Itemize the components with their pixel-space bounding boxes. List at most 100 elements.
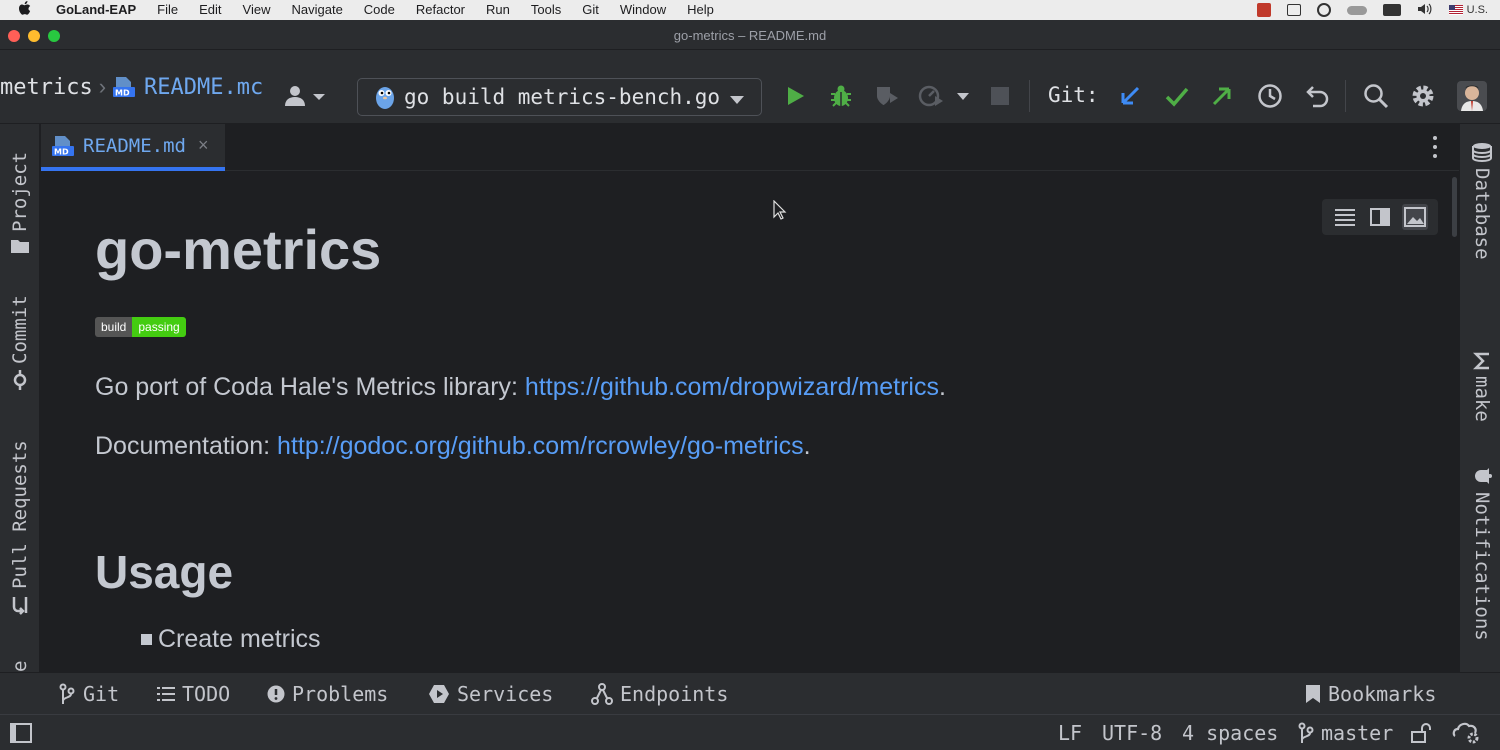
us-flag-icon — [1448, 5, 1463, 15]
git-push-icon[interactable] — [1208, 82, 1236, 110]
git-branch-widget[interactable]: master — [1297, 715, 1393, 750]
toolbar-separator — [1345, 80, 1346, 112]
debug-button[interactable] — [827, 82, 855, 110]
endpoints-icon — [591, 683, 613, 705]
editor-only-mode-icon[interactable] — [1332, 204, 1358, 230]
menu-help[interactable]: Help — [687, 0, 714, 20]
readme-title: go-metrics — [95, 218, 382, 281]
make-tool-label: make — [1471, 376, 1493, 422]
chevron-down-icon — [729, 89, 745, 113]
menu-run[interactable]: Run — [486, 0, 510, 20]
menu-window[interactable]: Window — [620, 0, 666, 20]
profile-button[interactable] — [917, 82, 945, 110]
input-source[interactable]: U.S. — [1448, 4, 1488, 16]
menu-navigate[interactable]: Navigate — [291, 0, 342, 20]
menu-refactor[interactable]: Refactor — [416, 0, 465, 20]
indent-widget[interactable]: 4 spaces — [1182, 715, 1278, 750]
main-toolbar: metrics › MD README.mc go build metrics-… — [0, 50, 1500, 124]
close-tab-icon[interactable]: × — [198, 135, 209, 156]
password-manager-icon[interactable] — [1316, 3, 1331, 17]
menu-app-name[interactable]: GoLand-EAP — [56, 0, 136, 20]
bottom-tool-bar: Git TODO Problems Services Endpoints Boo… — [0, 672, 1500, 714]
bookmarks-tool-label: Bookmarks — [1328, 682, 1437, 706]
battery-icon[interactable] — [1382, 4, 1401, 16]
file-encoding-widget[interactable]: UTF-8 — [1102, 715, 1162, 750]
pull-requests-tool-button[interactable]: Pull Requests — [9, 430, 31, 615]
git-update-project-icon[interactable] — [1116, 82, 1144, 110]
more-run-options-chevron-icon[interactable] — [952, 82, 974, 110]
run-configuration-selector[interactable]: go build metrics-bench.go — [357, 78, 762, 116]
left-tool-stripe: Project Commit Pull Requests e — [0, 124, 40, 672]
menubar-tray: U.S. — [1256, 0, 1488, 20]
git-tool-button[interactable]: Git — [58, 673, 119, 715]
run-with-coverage-button[interactable] — [873, 82, 901, 110]
database-tool-button[interactable]: Database — [1471, 142, 1493, 270]
split-mode-icon[interactable] — [1367, 204, 1393, 230]
preview-only-mode-icon[interactable] — [1401, 204, 1428, 230]
badge-left-label: build — [95, 317, 133, 337]
tab-options-kebab-icon[interactable] — [1431, 136, 1439, 158]
mouse-cursor-icon — [773, 199, 787, 225]
tab-readme[interactable]: MD README.md × — [41, 124, 225, 171]
bookmark-icon — [1305, 684, 1321, 704]
services-icon — [428, 684, 450, 704]
commit-icon — [10, 370, 30, 390]
notifications-tool-button[interactable]: Notifications — [1471, 466, 1493, 656]
menu-edit[interactable]: Edit — [199, 0, 221, 20]
status-bar: LF UTF-8 4 spaces master — [0, 714, 1500, 750]
bookmarks-tool-button[interactable]: Bookmarks — [1305, 673, 1436, 715]
line-separator-widget[interactable]: LF — [1058, 715, 1082, 750]
build-status-badge[interactable]: build passing — [95, 317, 186, 337]
commit-tool-button[interactable]: Commit — [9, 290, 31, 390]
package-icon[interactable] — [1286, 4, 1301, 16]
database-tool-label: Database — [1471, 168, 1493, 260]
vertical-scrollbar[interactable] — [1452, 177, 1457, 237]
git-branch-icon — [58, 683, 76, 705]
settings-gear-icon[interactable] — [1409, 82, 1437, 110]
run-button[interactable] — [781, 82, 809, 110]
menu-tools[interactable]: Tools — [531, 0, 561, 20]
menu-code[interactable]: Code — [364, 0, 395, 20]
menu-file[interactable]: File — [157, 0, 178, 20]
volume-icon[interactable] — [1417, 3, 1433, 18]
menu-git[interactable]: Git — [582, 0, 599, 20]
user-avatar[interactable] — [1456, 80, 1488, 112]
readonly-lock-icon[interactable] — [1410, 715, 1432, 750]
ide-status-icon[interactable] — [1452, 715, 1482, 750]
list-item: Create metrics — [141, 625, 321, 654]
apple-menu-icon[interactable] — [18, 0, 46, 20]
problems-warning-icon — [267, 685, 285, 703]
documentation-text: Documentation: — [95, 432, 278, 460]
todo-tool-button[interactable]: TODO — [157, 673, 230, 715]
problems-tool-button[interactable]: Problems — [267, 673, 388, 715]
cloud-icon[interactable] — [1346, 5, 1367, 15]
menu-view[interactable]: View — [243, 0, 271, 20]
documentation-period: . — [803, 432, 811, 460]
run-configuration-label: go build metrics-bench.go — [404, 85, 721, 109]
git-commit-icon[interactable] — [1163, 82, 1191, 110]
toggle-tool-windows-icon[interactable] — [10, 715, 32, 750]
make-tool-button[interactable]: make — [1471, 352, 1493, 432]
git-history-icon[interactable] — [1256, 82, 1284, 110]
usage-heading: Usage — [95, 546, 234, 598]
recording-icon[interactable] — [1256, 3, 1271, 17]
problems-tool-label: Problems — [292, 682, 389, 706]
stop-button[interactable] — [986, 82, 1014, 110]
notifications-tool-label: Notifications — [1471, 492, 1493, 641]
documentation-paragraph: Documentation: http://godoc.org/github.c… — [95, 432, 811, 461]
intro-period: . — [938, 373, 946, 401]
endpoints-tool-button[interactable]: Endpoints — [591, 673, 728, 715]
project-tool-button[interactable]: Project — [9, 142, 31, 254]
dropwizard-link[interactable]: https://github.com/dropwizard/metrics — [525, 373, 939, 401]
chevron-right-icon: › — [98, 74, 107, 99]
right-tool-stripe: Database make Notifications — [1459, 124, 1500, 672]
godoc-link[interactable]: http://godoc.org/github.com/rcrowley/go-… — [277, 432, 804, 460]
search-everywhere-icon[interactable] — [1362, 82, 1390, 110]
structure-tool-button[interactable]: e — [9, 652, 31, 672]
breadcrumb-project[interactable]: metrics — [0, 75, 93, 100]
breadcrumb-file[interactable]: README.mc — [144, 75, 263, 100]
rollback-icon[interactable] — [1304, 82, 1332, 110]
services-tool-button[interactable]: Services — [428, 673, 553, 715]
bell-icon — [1472, 467, 1492, 485]
vcs-user-dropdown[interactable] — [282, 82, 328, 110]
